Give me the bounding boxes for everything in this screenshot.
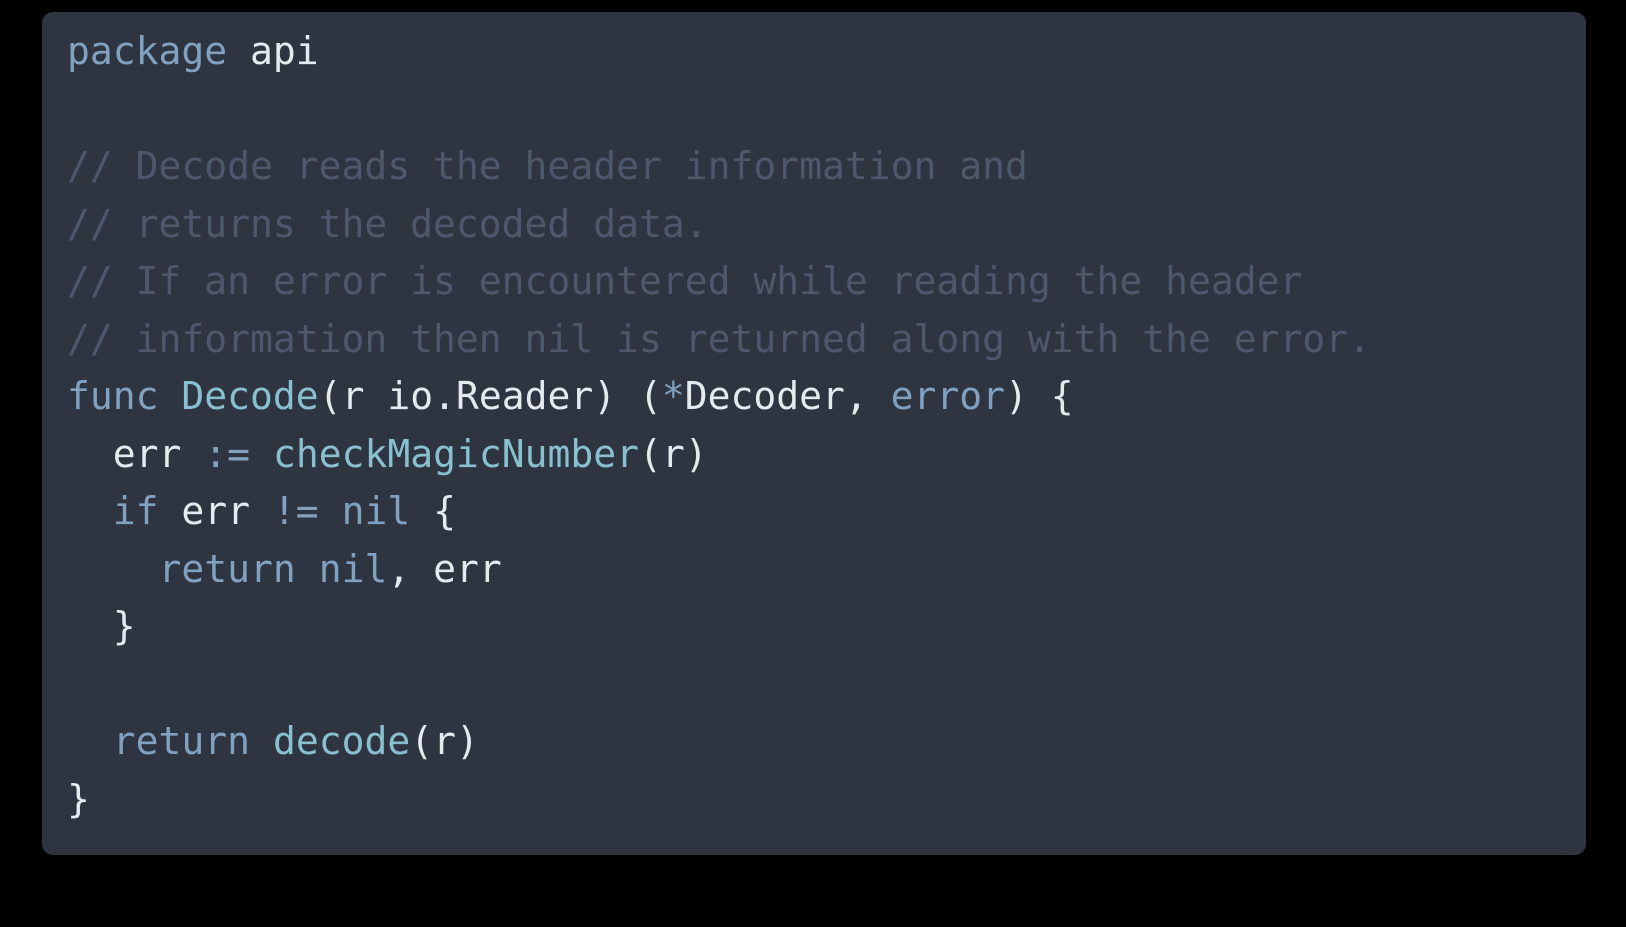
code-line-7: func Decode(r io.Reader) (*Decoder, erro…	[67, 368, 1586, 426]
code-token-kw: return	[158, 546, 296, 591]
code-token-plain: ) {	[1005, 374, 1074, 418]
code-token-plain: }	[67, 604, 136, 648]
code-line-6: // information then nil is returned alon…	[67, 311, 1586, 369]
code-token-plain: (r)	[638, 431, 708, 476]
code-token-comment: // information then nil is returned alon…	[67, 316, 1372, 361]
code-token-comment: // Decode reads the header information a…	[67, 144, 1028, 188]
code-token-kw: package	[67, 29, 228, 73]
code-token-kw: func	[67, 374, 159, 418]
code-token-plain: err	[67, 431, 205, 476]
code-token-fn: checkMagicNumber	[272, 431, 639, 476]
code-token-plain: }	[67, 776, 90, 821]
code-line-4: // returns the decoded data.	[67, 196, 1586, 254]
code-snippet-card: package api​// Decode reads the header i…	[42, 12, 1586, 855]
code-token-plain: , err	[387, 546, 502, 591]
code-line-13: return decode(r)	[67, 713, 1586, 771]
code-line-1: package api	[67, 23, 1586, 81]
code-line-3: // Decode reads the header information a…	[67, 138, 1586, 196]
code-token-plain: err	[158, 489, 273, 533]
code-token-plain: (r)	[410, 719, 479, 763]
code-token-comment: // returns the decoded data.	[67, 201, 708, 246]
code-line-5: // If an error is encountered while read…	[67, 253, 1586, 311]
code-line-12: ​	[67, 656, 1586, 714]
code-token-kw: return	[112, 719, 251, 763]
code-token-kw: !=	[272, 489, 319, 533]
code-line-8: err := checkMagicNumber(r)	[67, 426, 1586, 484]
code-token-kw: nil	[318, 546, 388, 591]
code-line-2: ​	[67, 81, 1586, 139]
code-line-9: if err != nil {	[67, 483, 1586, 541]
code-token-kw: if	[112, 489, 159, 533]
code-line-14: }	[67, 771, 1586, 829]
code-token-plain: {	[410, 489, 456, 533]
code-token-kw: error	[890, 374, 1006, 418]
code-line-11: }	[67, 598, 1586, 656]
screenshot-root: package api​// Decode reads the header i…	[0, 0, 1626, 927]
code-token-kw: :=	[204, 431, 251, 476]
code-token-kw: nil	[341, 489, 411, 533]
code-block[interactable]: package api​// Decode reads the header i…	[67, 23, 1586, 828]
code-token-plain: api	[250, 29, 319, 73]
code-token-plain: (r io.Reader) (	[318, 374, 662, 418]
code-token-comment: // If an error is encountered while read…	[67, 259, 1303, 303]
code-token-fn: Decode	[181, 374, 319, 418]
code-token-fn: decode	[272, 719, 411, 763]
code-line-10: return nil, err	[67, 541, 1586, 599]
code-token-kw: *	[661, 374, 685, 418]
code-token-plain: Decoder,	[684, 374, 891, 418]
